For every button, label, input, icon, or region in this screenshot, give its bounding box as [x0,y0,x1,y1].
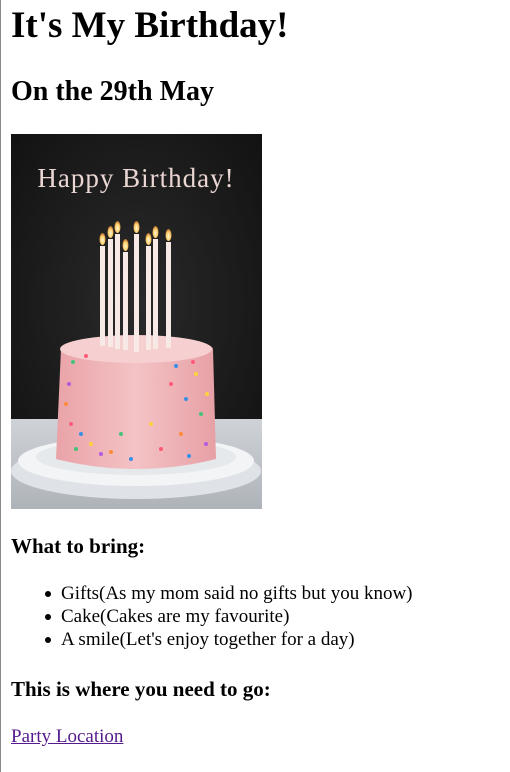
page: It's My Birthday! On the 29th May Happy … [0,0,510,772]
banner-text: Happy Birthday! [37,163,234,193]
list-item: Gifts(As my mom said no gifts but you kn… [45,583,413,604]
party-location-link[interactable]: Party Location [11,726,123,748]
what-to-bring-heading: What to bring: [11,534,146,558]
page-title: It's My Birthday! [11,5,289,46]
left-border [0,0,1,772]
list-item: A smile(Let's enjoy together for a day) [45,628,413,651]
bring-list: Gifts(As my mom said no gifts but you kn… [11,582,413,651]
location-heading: This is where you need to go: [11,677,271,701]
list-item: Cake(Cakes are my favourite) [45,605,413,628]
page-subtitle: On the 29th May [11,76,214,107]
birthday-cake-image: Happy Birthday! [11,134,262,509]
